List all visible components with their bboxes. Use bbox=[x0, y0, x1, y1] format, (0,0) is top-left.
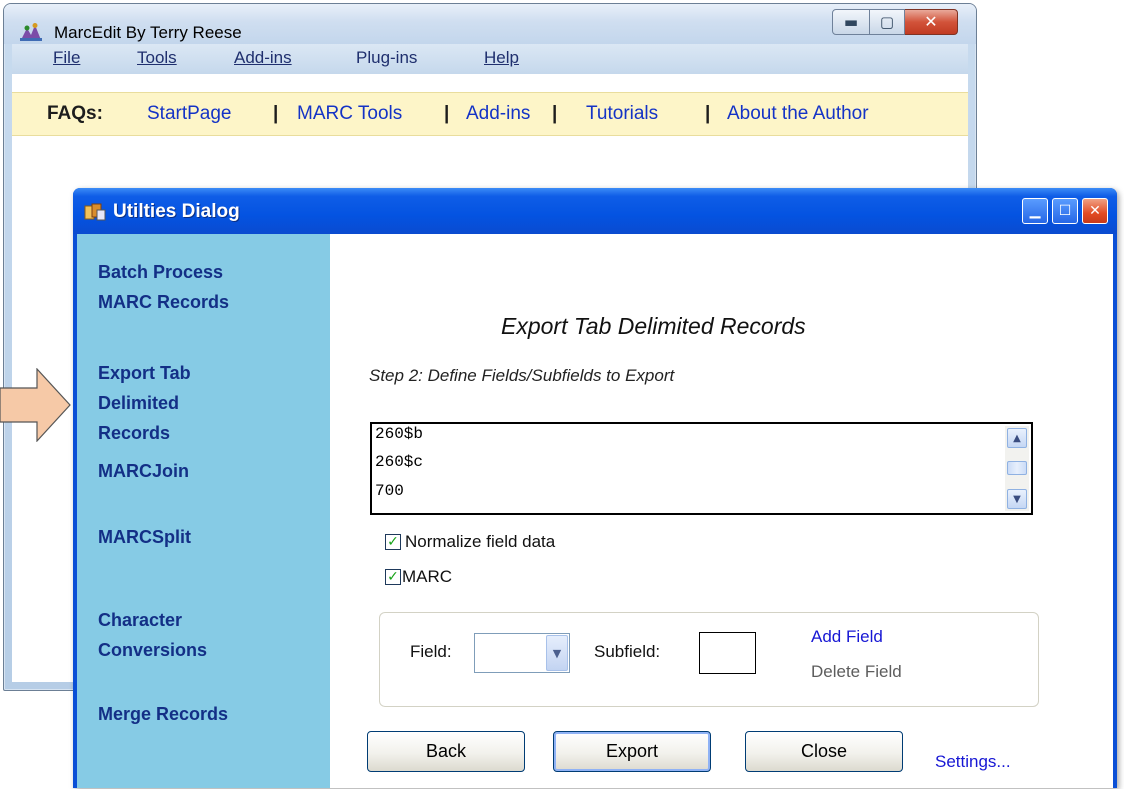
subfield-label: Subfield: bbox=[594, 642, 661, 661]
export-fields-listbox[interactable]: 260$b 260$c 700 ▲ ▼ bbox=[370, 422, 1033, 515]
main-window-controls: ▬ ▢ ✕ bbox=[832, 9, 958, 35]
step-instructions: Step 2: Define Fields/Subfields to Expor… bbox=[369, 366, 675, 385]
faq-separator: | bbox=[273, 103, 279, 124]
faq-link-marc-tools[interactable]: MARC Tools bbox=[297, 103, 402, 125]
menu-file[interactable]: File bbox=[53, 48, 80, 68]
main-window-title: MarcEdit By Terry Reese bbox=[54, 23, 242, 42]
field-select[interactable]: ▼ bbox=[474, 633, 570, 673]
dialog-minimize-button[interactable]: ▁ bbox=[1022, 198, 1048, 224]
close-button[interactable]: Close bbox=[745, 731, 903, 772]
chevron-down-icon: ▼ bbox=[1013, 493, 1021, 505]
normalize-checkbox[interactable]: ✓ bbox=[385, 534, 401, 550]
dialog-maximize-button[interactable]: ☐ bbox=[1052, 198, 1078, 224]
faq-label: FAQs: bbox=[47, 103, 103, 124]
menu-file-label: File bbox=[53, 48, 81, 67]
dialog-close-button[interactable]: ✕ bbox=[1082, 198, 1108, 224]
faq-link-about-author[interactable]: About the Author bbox=[727, 103, 869, 125]
settings-link[interactable]: Settings... bbox=[935, 752, 1011, 772]
checkmark-icon: ✓ bbox=[387, 569, 399, 585]
faq-separator: | bbox=[552, 103, 558, 124]
back-button[interactable]: Back bbox=[367, 731, 525, 772]
close-window-button[interactable]: ✕ bbox=[905, 9, 958, 35]
list-item[interactable]: 260$b bbox=[375, 425, 423, 443]
maximize-icon: ▢ bbox=[879, 12, 895, 31]
field-dropdown-button[interactable]: ▼ bbox=[546, 635, 568, 671]
faq-separator: | bbox=[705, 103, 711, 124]
list-item[interactable]: 260$c bbox=[375, 453, 423, 471]
marc-checkbox[interactable]: ✓ bbox=[385, 569, 401, 585]
minimize-button[interactable]: ▬ bbox=[832, 9, 870, 35]
export-heading: Export Tab Delimited Records bbox=[501, 313, 806, 339]
field-entry-group: Field: ▼ Subfield: Add Field Delete Fiel… bbox=[379, 612, 1039, 707]
main-title-bar[interactable]: MarcEdit By Terry Reese ▬ ▢ ✕ bbox=[4, 4, 976, 44]
right-arrow-icon bbox=[0, 368, 71, 442]
menu-plug-ins-label: Plug-ins bbox=[356, 48, 418, 67]
minimize-icon: ▬ bbox=[843, 12, 859, 31]
sidebar-item-batch-process[interactable]: Batch Process MARC Records bbox=[98, 257, 268, 317]
minimize-icon: ▁ bbox=[1029, 203, 1041, 219]
marcedit-app-icon bbox=[20, 23, 42, 41]
sidebar-item-marcsplit[interactable]: MARCSplit bbox=[98, 522, 191, 552]
field-label: Field: bbox=[410, 642, 452, 661]
delete-field-link[interactable]: Delete Field bbox=[811, 662, 902, 682]
add-field-link[interactable]: Add Field bbox=[811, 627, 883, 647]
menu-tools-label: Tools bbox=[137, 48, 177, 67]
faq-bar: FAQs: StartPage | MARC Tools | Add-ins |… bbox=[12, 92, 968, 136]
maximize-icon: ☐ bbox=[1058, 203, 1072, 219]
menu-help[interactable]: Help bbox=[484, 48, 519, 68]
faq-separator: | bbox=[444, 103, 450, 124]
sidebar-item-marcjoin[interactable]: MARCJoin bbox=[98, 456, 189, 486]
export-button[interactable]: Export bbox=[553, 731, 711, 772]
close-icon: ✕ bbox=[1089, 203, 1101, 219]
dialog-title-bar[interactable]: Utilties Dialog ▁ ☐ ✕ bbox=[73, 188, 1117, 234]
subfield-input[interactable] bbox=[699, 632, 756, 674]
chevron-up-icon: ▲ bbox=[1013, 432, 1021, 444]
sidebar-item-export-tab-delimited[interactable]: Export Tab Delimited Records bbox=[98, 358, 238, 448]
checkmark-icon: ✓ bbox=[387, 534, 399, 550]
scroll-thumb[interactable] bbox=[1007, 461, 1027, 475]
list-item[interactable]: 700 bbox=[375, 482, 404, 500]
menu-help-label: Help bbox=[484, 48, 519, 67]
dialog-title: Utilties Dialog bbox=[113, 201, 240, 222]
menu-add-ins[interactable]: Add-ins bbox=[234, 48, 292, 68]
normalize-label: Normalize field data bbox=[405, 532, 556, 551]
normalize-field-data-option[interactable]: ✓ Normalize field data bbox=[385, 532, 555, 552]
utilities-sidebar: Batch Process MARC Records Export Tab De… bbox=[77, 234, 330, 788]
dialog-window-controls: ▁ ☐ ✕ bbox=[1022, 198, 1108, 224]
faq-link-add-ins[interactable]: Add-ins bbox=[466, 103, 530, 125]
dialog-body: Batch Process MARC Records Export Tab De… bbox=[77, 234, 1113, 788]
menu-plug-ins[interactable]: Plug-ins bbox=[356, 48, 417, 68]
faq-link-tutorials[interactable]: Tutorials bbox=[586, 103, 658, 125]
main-menu-bar: File Tools Add-ins Plug-ins Help bbox=[12, 44, 968, 74]
close-button-label: Close bbox=[800, 741, 848, 761]
utilities-app-icon bbox=[84, 203, 106, 221]
faq-link-startpage[interactable]: StartPage bbox=[147, 103, 232, 125]
chevron-down-icon: ▼ bbox=[552, 646, 562, 660]
listbox-scrollbar[interactable]: ▲ ▼ bbox=[1005, 426, 1029, 511]
back-button-label: Back bbox=[425, 741, 467, 761]
menu-add-ins-label: Add-ins bbox=[234, 48, 292, 67]
sidebar-item-merge-records[interactable]: Merge Records bbox=[98, 699, 228, 729]
scroll-up-button[interactable]: ▲ bbox=[1007, 428, 1027, 448]
marc-label: MARC bbox=[402, 567, 453, 586]
export-button-label: Export bbox=[605, 741, 659, 761]
scroll-down-button[interactable]: ▼ bbox=[1007, 489, 1027, 509]
close-icon: ✕ bbox=[924, 12, 938, 31]
sidebar-item-character-conversions[interactable]: Character Conversions bbox=[98, 605, 238, 665]
marc-option[interactable]: ✓ MARC bbox=[385, 567, 452, 587]
maximize-button[interactable]: ▢ bbox=[870, 9, 905, 35]
menu-tools[interactable]: Tools bbox=[137, 48, 177, 68]
utilities-dialog: Utilties Dialog ▁ ☐ ✕ Batch Process MARC… bbox=[73, 188, 1117, 788]
